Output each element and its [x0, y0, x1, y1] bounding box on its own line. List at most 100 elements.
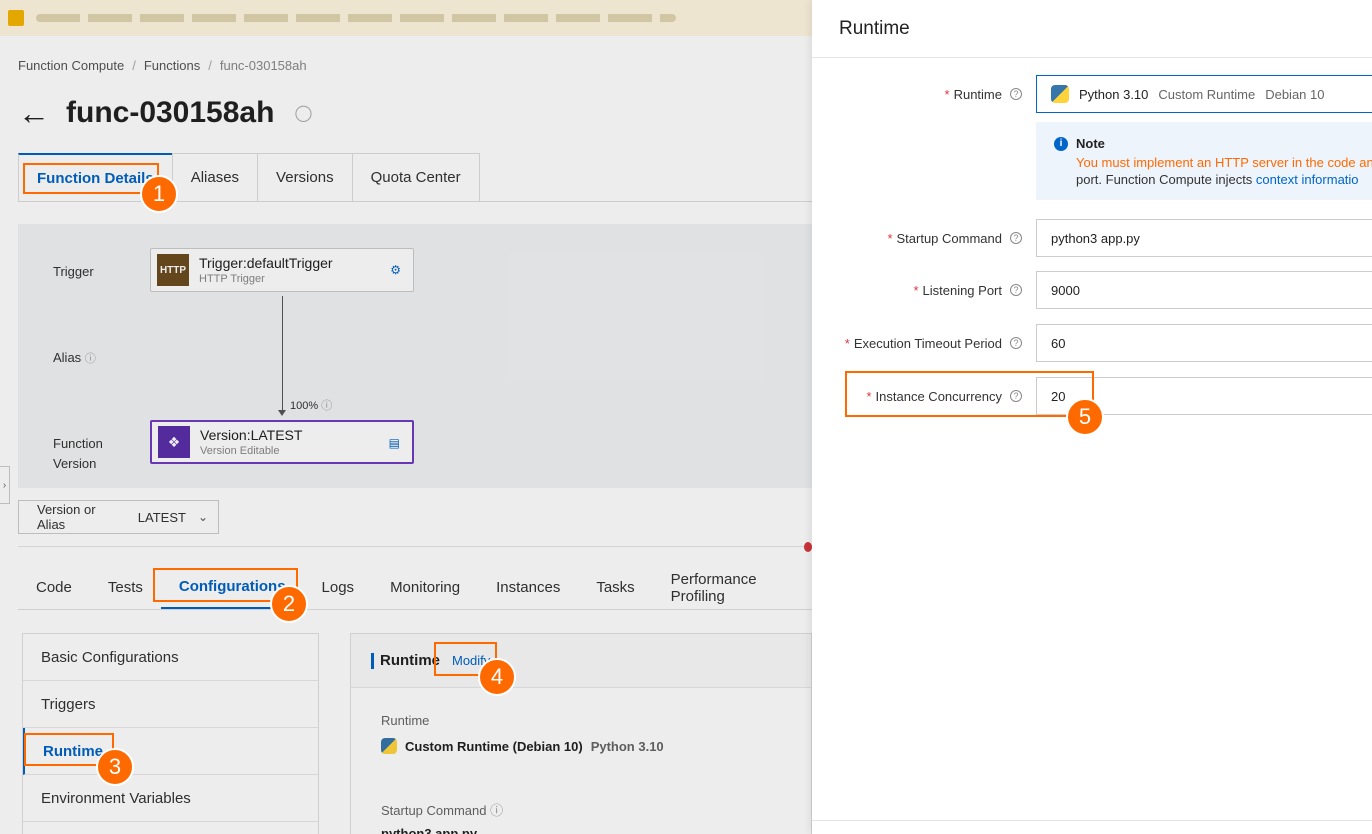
note-line-1: You must implement an HTTP server in the…: [1076, 155, 1372, 170]
execution-timeout-row: * Execution Timeout Period? 60: [812, 324, 1372, 362]
info-icon: i: [1054, 136, 1068, 151]
subtab-code[interactable]: Code: [18, 566, 90, 609]
alias-row-label: Alias ⓘ: [53, 350, 96, 365]
function-topology-diagram: Trigger Alias ⓘ Function Version HTTP Tr…: [18, 224, 812, 488]
callout-badge-2: 2: [270, 585, 308, 623]
listening-port-field-label: * Listening Port?: [913, 271, 1022, 309]
chevron-down-icon: ⌄: [197, 510, 208, 524]
instance-concurrency-field-label: * Instance Concurrency?: [866, 377, 1022, 415]
tab-versions[interactable]: Versions: [257, 153, 353, 201]
startup-command-value: python3 app.py: [381, 826, 478, 834]
config-subtabs: Code Tests Configurations Logs Monitorin…: [18, 542, 812, 610]
tag-icon[interactable]: ◯: [294, 103, 312, 123]
document-icon[interactable]: ▤: [389, 436, 400, 450]
divider: [18, 546, 812, 547]
help-icon[interactable]: ⓘ: [321, 400, 332, 412]
note-title: Note: [1076, 136, 1105, 151]
tab-quota-center[interactable]: Quota Center: [351, 153, 480, 201]
runtime-select-value: Python 3.10: [1079, 86, 1149, 102]
page-header: ← func-030158ah ◯: [18, 96, 312, 130]
subtab-tasks[interactable]: Tasks: [578, 566, 652, 609]
warning-icon: [8, 10, 24, 26]
version-row-label: Version: [53, 456, 97, 471]
runtime-panel-header: Runtime Modify: [351, 634, 811, 688]
runtime-row: * Runtime? Python 3.10 Custom Runtime Deb…: [812, 75, 1372, 113]
breadcrumb-functions[interactable]: Functions: [144, 58, 200, 73]
startup-command-label: Startup Command ⓘ: [381, 803, 504, 818]
function-details-page: Function Compute / Functions / func-0301…: [0, 0, 812, 834]
function-row-label: Function: [53, 436, 103, 451]
startup-command-row: * Startup Command? python3 app.py: [812, 219, 1372, 257]
context-information-link[interactable]: context informatio: [1256, 172, 1359, 187]
collapse-handle[interactable]: ›: [0, 466, 10, 504]
help-icon[interactable]: ⓘ: [490, 803, 503, 818]
help-icon[interactable]: ?: [1010, 232, 1022, 244]
traffic-percent: 100% ⓘ: [290, 400, 333, 412]
config-side-menu: Basic Configurations Triggers Runtime En…: [22, 633, 319, 834]
callout-badge-4: 4: [478, 658, 516, 696]
execution-timeout-field-label: * Execution Timeout Period?: [845, 324, 1022, 362]
connector-line: [282, 296, 283, 414]
connector-arrow: [278, 410, 286, 416]
note-line-2: port. Function Compute injects context i…: [1076, 172, 1359, 187]
runtime-panel: Runtime Modify Runtime Custom Runtime (D…: [350, 633, 812, 834]
breadcrumb-current: func-030158ah: [219, 58, 307, 73]
trigger-node[interactable]: HTTP Trigger:defaultTrigger HTTP Trigger…: [150, 248, 414, 292]
page-title: func-030158ah: [66, 96, 275, 129]
callout-badge-1: 1: [140, 175, 178, 213]
section-bar: [371, 652, 374, 669]
menu-environment-variables[interactable]: Environment Variables: [23, 775, 318, 822]
breadcrumb-separator: /: [208, 58, 212, 73]
help-icon[interactable]: ⓘ: [85, 353, 96, 365]
listening-port-input[interactable]: 9000: [1036, 271, 1372, 309]
breadcrumb: Function Compute / Functions / func-0301…: [18, 58, 307, 73]
menu-triggers[interactable]: Triggers: [23, 681, 318, 728]
runtime-select-type: Custom Runtime: [1158, 86, 1256, 102]
http-trigger-icon: HTTP: [157, 254, 189, 286]
version-code-icon: ❖: [158, 426, 190, 458]
runtime-select[interactable]: Python 3.10 Custom Runtime Debian 10: [1036, 75, 1372, 113]
back-arrow-icon[interactable]: ←: [18, 97, 50, 129]
subtab-monitoring[interactable]: Monitoring: [372, 566, 478, 609]
menu-runtime[interactable]: Runtime: [23, 728, 318, 775]
notice-banner: [0, 0, 812, 36]
function-tabs: Function Details Aliases Versions Quota …: [18, 153, 812, 202]
trigger-node-subtitle: HTTP Trigger: [199, 273, 265, 285]
help-icon[interactable]: ?: [1010, 284, 1022, 296]
help-icon[interactable]: ?: [1010, 390, 1022, 402]
python-icon: [1051, 85, 1069, 103]
subtab-tests[interactable]: Tests: [90, 566, 161, 609]
tab-aliases[interactable]: Aliases: [171, 153, 259, 201]
runtime-note: i Note You must implement an HTTP server …: [1036, 122, 1372, 200]
version-node[interactable]: ❖ Version:LATEST Version Editable ▤: [150, 420, 414, 464]
runtime-label: Runtime: [381, 713, 430, 728]
subtab-performance-profiling[interactable]: Performance Profiling: [653, 566, 806, 609]
startup-command-input[interactable]: python3 app.py: [1036, 219, 1372, 257]
help-icon[interactable]: ?: [1010, 337, 1022, 349]
gear-icon[interactable]: ⚙: [390, 263, 401, 277]
breadcrumb-function-compute[interactable]: Function Compute: [18, 58, 124, 73]
callout-badge-5: 5: [1066, 398, 1104, 436]
version-alias-value: LATEST: [137, 509, 186, 525]
help-icon[interactable]: ?: [1010, 88, 1022, 100]
version-alias-select[interactable]: Version or Alias LATEST ⌄: [18, 500, 219, 534]
trigger-node-title: Trigger:defaultTrigger: [199, 255, 333, 271]
breadcrumb-separator: /: [132, 58, 136, 73]
runtime-value: Custom Runtime (Debian 10) Python 3.10: [381, 738, 664, 754]
runtime-select-os: Debian 10: [1265, 86, 1325, 102]
callout-badge-3: 3: [96, 748, 134, 786]
subtab-instances[interactable]: Instances: [478, 566, 578, 609]
version-node-title: Version:LATEST: [200, 427, 303, 443]
drawer-footer-divider: [812, 820, 1372, 821]
version-node-subtitle: Version Editable: [200, 445, 280, 457]
execution-timeout-input[interactable]: 60: [1036, 324, 1372, 362]
subtab-logs[interactable]: Logs: [304, 566, 373, 609]
runtime-field-label: * Runtime?: [945, 75, 1022, 113]
new-badge-dot: [803, 542, 812, 552]
menu-basic-configurations[interactable]: Basic Configurations: [23, 634, 318, 681]
banner-text-blurred: [36, 14, 676, 22]
listening-port-row: * Listening Port? 9000: [812, 271, 1372, 309]
trigger-row-label: Trigger: [53, 264, 94, 279]
python-icon: [381, 738, 397, 754]
runtime-panel-title: Runtime: [380, 652, 440, 669]
